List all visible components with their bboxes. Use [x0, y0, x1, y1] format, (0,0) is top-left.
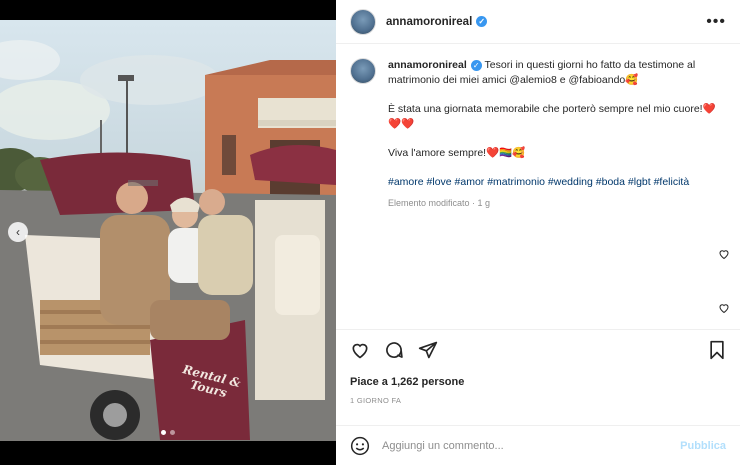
verified-badge-icon: ✓ — [470, 59, 482, 71]
carousel-indicator — [0, 430, 336, 435]
emoji-smiley-icon[interactable] — [350, 436, 370, 456]
post-photo[interactable]: Rental & Tours — [0, 20, 336, 441]
post-timestamp[interactable]: 1 GIORNO FA — [350, 396, 726, 405]
caption-hashtags[interactable]: #amore #love #amor #matrimonio #wedding … — [388, 175, 718, 190]
post-header: annamoronireal ✓ ••• — [336, 0, 740, 44]
like-heart-icon[interactable] — [350, 340, 370, 365]
caption: annamoronireal ✓ Tesori in questi giorni … — [350, 58, 726, 211]
header-username-text[interactable]: annamoronireal — [386, 16, 472, 28]
likes-count[interactable]: Piace a 1,262 persone — [350, 376, 726, 388]
instagram-post-view: Rental & Tours ‹ annamoronireal ✓ ••• ann… — [0, 0, 740, 465]
more-horizontal-icon[interactable]: ••• — [706, 13, 726, 31]
comments-area: annamoronireal ✓ Tesori in questi giorni … — [336, 44, 740, 329]
avatar[interactable] — [350, 8, 376, 35]
comment-like-heart-icon[interactable] — [718, 302, 730, 314]
post-actions: Piace a 1,262 persone 1 GIORNO FA — [336, 329, 740, 425]
wedding-photo-illustration — [0, 40, 336, 441]
edited-label: Elemento modificato · 1 g — [388, 198, 491, 208]
post-media: Rental & Tours ‹ — [0, 0, 336, 465]
chevron-left-icon: ‹ — [16, 225, 20, 239]
publish-button[interactable]: Pubblica — [680, 440, 726, 452]
comment-like-heart-icon[interactable] — [718, 248, 730, 260]
carousel-dot-active — [161, 430, 166, 435]
action-icons — [350, 340, 726, 364]
verified-badge-icon: ✓ — [476, 15, 488, 27]
carousel-dot — [170, 430, 175, 435]
caption-body: annamoronireal ✓ Tesori in questi giorni … — [388, 58, 718, 211]
share-paper-plane-icon[interactable] — [418, 340, 438, 365]
comment-input[interactable] — [382, 439, 681, 452]
caption-avatar[interactable] — [350, 58, 376, 84]
caption-username[interactable]: annamoronireal — [388, 59, 467, 71]
save-bookmark-icon[interactable] — [708, 340, 726, 365]
header-username[interactable]: annamoronireal ✓ — [386, 15, 488, 28]
caption-line-3: Viva l'amore sempre!❤️🏳️‍🌈🥰 — [388, 147, 526, 159]
comment-form: Pubblica — [336, 425, 740, 465]
comment-bubble-icon[interactable] — [384, 340, 404, 365]
carousel-prev-button[interactable]: ‹ — [8, 222, 28, 242]
post-side-panel: annamoronireal ✓ ••• annamoronireal ✓ Teso… — [336, 0, 740, 465]
caption-line-2: È stata una giornata memorabile che port… — [388, 103, 716, 130]
